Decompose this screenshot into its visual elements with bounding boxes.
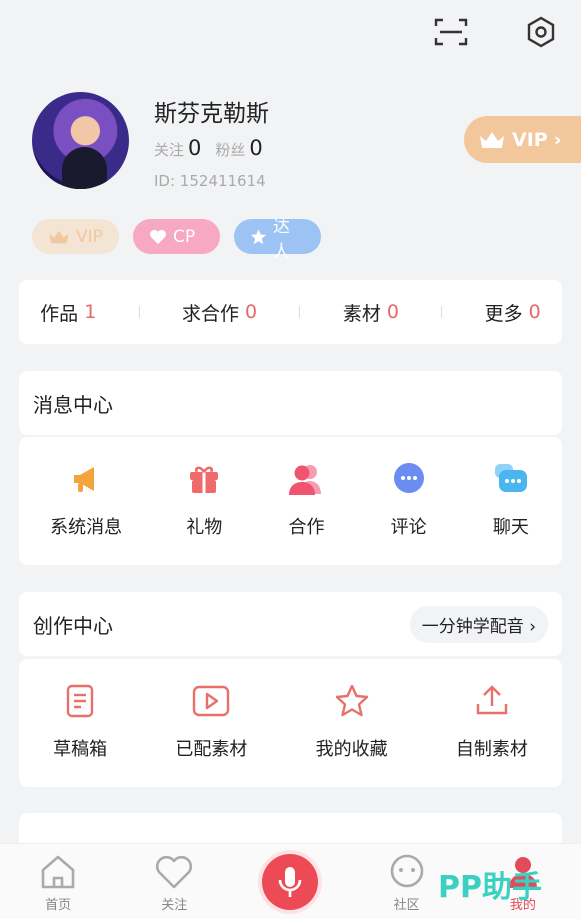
comment-icon	[389, 459, 429, 499]
item-label: 我的收藏	[315, 739, 388, 760]
item-label: 评论	[390, 517, 427, 538]
vip-badge[interactable]: VIP	[32, 219, 119, 254]
creation-center-header: 创作中心 一分钟学配音 ›	[19, 592, 562, 656]
count-label: 作品	[40, 302, 79, 325]
scan-icon[interactable]	[431, 12, 471, 52]
item-label: 系统消息	[50, 517, 123, 538]
follow-stat[interactable]: 关注 0	[154, 136, 201, 160]
crown-icon	[480, 131, 504, 148]
follow-stats: 关注 0 粉丝 0	[154, 136, 263, 160]
gift-icon	[184, 459, 224, 499]
vip-badge-label: VIP	[76, 226, 103, 247]
gift-item[interactable]: 礼物	[184, 459, 224, 565]
tab-record[interactable]	[250, 854, 330, 910]
divider	[299, 306, 301, 318]
item-label: 已配素材	[175, 739, 248, 760]
tab-community[interactable]: 社区	[367, 854, 447, 913]
fans-stat[interactable]: 粉丝 0	[215, 136, 262, 160]
star-icon	[332, 681, 372, 721]
vip-button-label: VIP	[512, 128, 548, 151]
tab-label: 关注	[161, 898, 188, 913]
watermark: PP助手	[438, 870, 542, 905]
heart-icon	[156, 855, 193, 889]
learn-dubbing-label: 一分钟学配音	[421, 616, 524, 637]
upload-icon	[472, 681, 512, 721]
count-value: 1	[84, 301, 97, 323]
crown-icon	[49, 230, 69, 243]
section-title: 创作中心	[33, 613, 113, 638]
chevron-right-icon: ›	[529, 616, 536, 637]
chat-item[interactable]: 聊天	[491, 459, 531, 565]
item-label: 礼物	[186, 517, 223, 538]
tab-home[interactable]: 首页	[18, 854, 98, 913]
follow-label: 关注	[154, 141, 185, 159]
community-icon	[390, 854, 423, 888]
count-value: 0	[245, 301, 258, 323]
cp-badge-label: CP	[173, 226, 196, 247]
home-icon	[41, 855, 75, 889]
people-icon	[286, 459, 326, 499]
count-label: 素材	[342, 302, 381, 325]
comment-item[interactable]: 评论	[389, 459, 429, 565]
tab-label: 首页	[45, 898, 72, 913]
follow-count: 0	[188, 136, 202, 160]
tab-follow[interactable]: 关注	[134, 854, 214, 913]
count-value: 0	[386, 301, 399, 323]
avatar[interactable]	[32, 92, 129, 189]
cp-badge[interactable]: CP	[133, 219, 220, 254]
fans-label: 粉丝	[215, 141, 246, 159]
mic-icon	[279, 867, 302, 897]
works-count[interactable]: 作品 1	[40, 299, 96, 326]
drafts-item[interactable]: 草稿箱	[53, 681, 107, 787]
favorites-item[interactable]: 我的收藏	[316, 681, 388, 787]
draft-icon	[60, 681, 100, 721]
item-label: 自制素材	[455, 739, 528, 760]
vip-button[interactable]: VIP ›	[464, 116, 581, 163]
top-actions	[431, 12, 561, 52]
material-count[interactable]: 素材 0	[343, 299, 399, 326]
item-label: 合作	[288, 517, 325, 538]
chat-icon	[491, 459, 531, 499]
creation-center-grid: 草稿箱 已配素材 我的收藏 自制素材	[19, 659, 562, 787]
settings-icon[interactable]	[521, 12, 561, 52]
counts-card: 作品 1 求合作 0 素材 0 更多 0	[19, 280, 562, 344]
dubbed-material-item[interactable]: 已配素材	[175, 681, 247, 787]
message-center-header: 消息中心	[19, 371, 562, 435]
collab-count[interactable]: 求合作 0	[182, 299, 257, 326]
video-icon	[191, 681, 231, 721]
badge-row: VIP CP 达人	[32, 217, 321, 262]
collab-item[interactable]: 合作	[286, 459, 326, 565]
section-title: 消息中心	[33, 392, 113, 417]
heart-icon	[150, 229, 166, 244]
expert-badge-label: 达人	[272, 216, 290, 262]
mic-button[interactable]	[262, 854, 319, 910]
count-value: 0	[528, 301, 541, 323]
star-icon	[250, 228, 267, 244]
username: 斯芬克勒斯	[154, 101, 269, 127]
divider	[138, 306, 140, 318]
fans-count: 0	[249, 136, 263, 160]
count-label: 求合作	[182, 302, 240, 325]
system-message-item[interactable]: 系统消息	[50, 459, 122, 565]
item-label: 聊天	[492, 517, 529, 538]
megaphone-icon	[66, 459, 106, 499]
message-center-grid: 系统消息 礼物 合作 评论 聊天	[19, 437, 562, 565]
more-count[interactable]: 更多 0	[485, 299, 541, 326]
tab-label: 社区	[393, 898, 420, 913]
self-made-material-item[interactable]: 自制素材	[456, 681, 528, 787]
item-label: 草稿箱	[53, 739, 108, 760]
chevron-right-icon: ›	[553, 128, 562, 151]
user-id: ID: 152411614	[154, 172, 266, 190]
divider	[441, 306, 443, 318]
count-label: 更多	[484, 302, 523, 325]
expert-badge[interactable]: 达人	[234, 217, 321, 262]
learn-dubbing-button[interactable]: 一分钟学配音 ›	[409, 605, 548, 643]
